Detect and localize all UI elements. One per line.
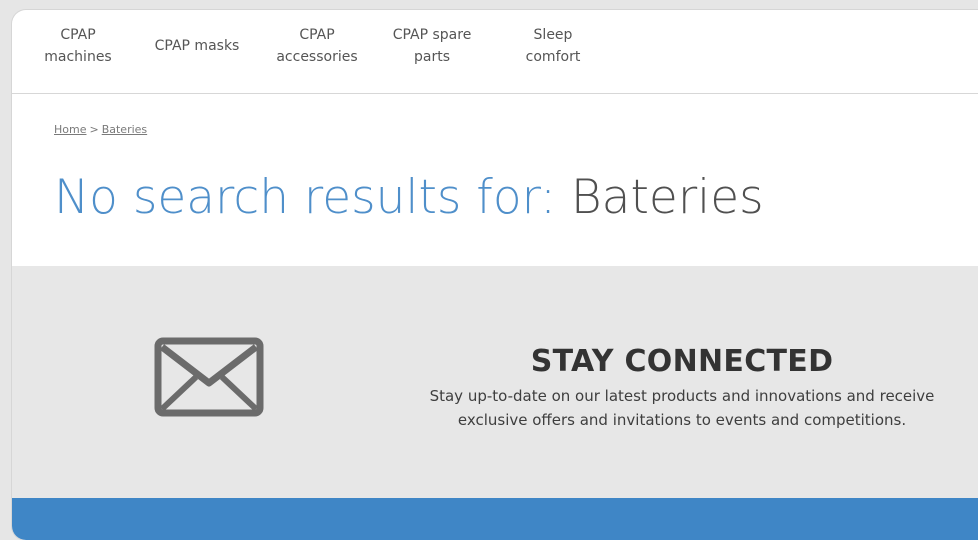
nav-item-cpap-spare-parts[interactable]: CPAP spare parts [382,24,482,68]
page-frame: CPAP machines CPAP masks CPAP accessorie… [12,10,978,540]
page-title: No search results for: Bateries [54,168,764,228]
search-query: Bateries [570,170,764,225]
top-navigation: CPAP machines CPAP masks CPAP accessorie… [12,10,978,94]
nav-item-sleep-comfort[interactable]: Sleep comfort [508,24,598,68]
breadcrumb-separator: > [89,123,99,136]
newsletter-description: Stay up-to-date on our latest products a… [429,387,935,429]
breadcrumb: Home > Bateries [54,123,147,136]
breadcrumb-home-link[interactable]: Home [54,123,86,136]
nav-item-cpap-masks[interactable]: CPAP masks [142,35,252,57]
breadcrumb-current-link[interactable]: Bateries [102,123,147,136]
nav-item-cpap-accessories[interactable]: CPAP accessories [262,24,372,68]
newsletter-section: STAY CONNECTED Stay up-to-date on our la… [12,266,978,498]
results-prefix: No search results for: [54,170,556,225]
newsletter-title: STAY CONNECTED [530,344,834,379]
footer-bar [12,498,978,540]
nav-item-cpap-machines[interactable]: CPAP machines [38,24,118,68]
envelope-icon [154,337,264,417]
